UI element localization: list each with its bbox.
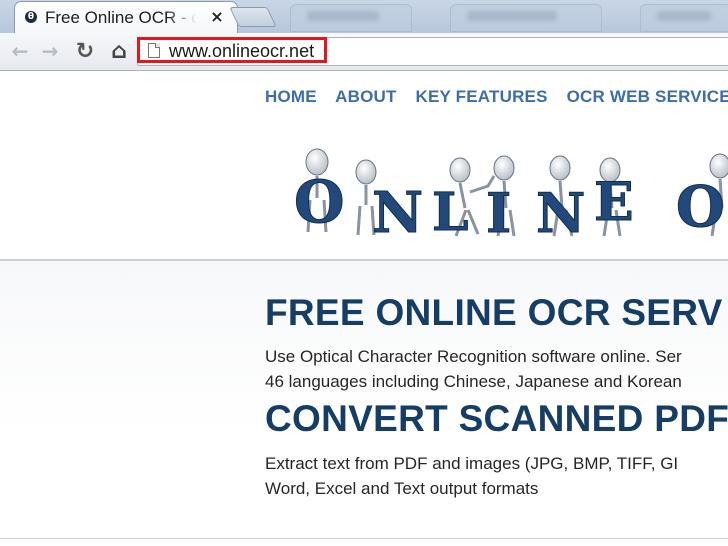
url-highlight-box <box>137 37 327 63</box>
section-divider <box>0 538 728 539</box>
logo-letter: I <box>486 181 511 245</box>
logo-letter: N <box>536 181 585 245</box>
background-tab[interactable] <box>450 4 602 32</box>
logo-letter: N <box>372 180 423 246</box>
background-tab[interactable] <box>640 4 728 32</box>
browser-tab-active[interactable]: θ Free Online OCR - cc × <box>14 1 238 34</box>
logo-letter: O <box>294 168 345 236</box>
background-tab[interactable] <box>290 4 412 32</box>
nav-key-features-link[interactable]: KEY FEATURES <box>416 87 548 106</box>
logo-letter: O <box>676 174 725 240</box>
forward-arrow-icon[interactable]: → <box>38 39 62 63</box>
browser-toolbar: ← → ↻ ⌂ www.onlineocr.net <box>0 33 728 71</box>
logo-letter: L <box>432 182 469 243</box>
logo-graphic: O N L I N E O <box>294 148 728 247</box>
heading-convert-scanned-pdf: CONVERT SCANNED PDF <box>265 398 728 439</box>
logo-letter: E <box>594 172 634 233</box>
site-nav: HOME ABOUT KEY FEATURES OCR WEB SERVICE <box>265 87 728 107</box>
site-logo[interactable]: O N L I N E O <box>280 140 728 250</box>
new-tab-button[interactable] <box>229 7 277 27</box>
tab-close-icon[interactable]: × <box>209 8 225 26</box>
reload-icon[interactable]: ↻ <box>73 39 97 64</box>
tab-strip: θ Free Online OCR - cc × <box>0 0 728 34</box>
convert-text-line: Word, Excel and Text output formats <box>265 479 539 498</box>
nav-about-link[interactable]: ABOUT <box>335 87 396 106</box>
tab-title: Free Online OCR - cc <box>45 8 197 27</box>
nav-ocr-web-service-link[interactable]: OCR WEB SERVICE <box>567 87 728 106</box>
back-arrow-icon[interactable]: ← <box>8 39 32 63</box>
intro-text-line: 46 languages including Chinese, Japanese… <box>265 372 682 391</box>
nav-home-link[interactable]: HOME <box>265 87 317 106</box>
intro-text-line: Use Optical Character Recognition softwa… <box>265 347 682 366</box>
onlineocr-favicon-icon: θ <box>25 11 37 23</box>
home-icon[interactable]: ⌂ <box>107 39 131 64</box>
heading-free-online-ocr: FREE ONLINE OCR SERV <box>265 292 723 333</box>
address-bar[interactable]: www.onlineocr.net <box>137 37 728 66</box>
convert-text-line: Extract text from PDF and images (JPG, B… <box>265 454 679 473</box>
